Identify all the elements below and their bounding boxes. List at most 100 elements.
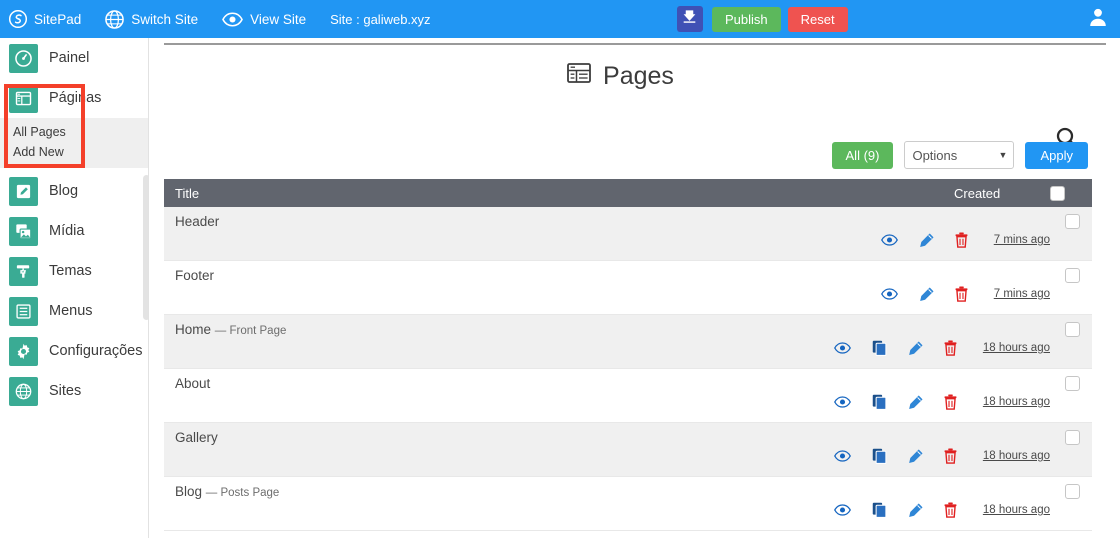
row-created-time[interactable]: 18 hours ago: [983, 450, 1050, 462]
duplicate-page-button[interactable]: [872, 394, 887, 410]
row-created-time[interactable]: 7 mins ago: [994, 234, 1050, 246]
dashboard-icon: [9, 43, 38, 73]
row-title: About: [175, 376, 210, 391]
edit-page-button[interactable]: [919, 286, 934, 302]
delete-page-button[interactable]: [944, 448, 957, 464]
main-content-area: Pages All (9) Options ▼ Apply Title Crea…: [150, 38, 1120, 538]
delete-page-button[interactable]: [944, 394, 957, 410]
sidebar-item-blog[interactable]: Blog: [0, 171, 148, 211]
switch-site-button[interactable]: Switch Site: [99, 0, 204, 38]
edit-page-button[interactable]: [908, 448, 923, 464]
sidebar-item-paginas[interactable]: Páginas: [0, 78, 148, 118]
chevron-down-icon: ▼: [998, 150, 1008, 160]
delete-page-button[interactable]: [944, 340, 957, 356]
row-action-group: 7 mins ago: [880, 286, 1050, 302]
view-page-button[interactable]: [833, 342, 851, 354]
sidebar-item-menus[interactable]: Menus: [0, 291, 148, 331]
brand-sitepad[interactable]: SitePad: [0, 0, 87, 38]
sidebar-subitem-add-new[interactable]: Add New: [0, 142, 148, 162]
view-page-button[interactable]: [833, 504, 851, 516]
list-icon: [9, 296, 38, 326]
page-title-text: Pages: [603, 62, 674, 90]
sidebar-item-painel[interactable]: Painel: [0, 38, 148, 78]
sidebar-item-configuracoes[interactable]: Configurações: [0, 331, 148, 371]
row-checkbox[interactable]: [1065, 484, 1080, 499]
row-action-group: 18 hours ago: [833, 448, 1050, 464]
row-checkbox-cell: [1065, 484, 1080, 499]
row-checkbox[interactable]: [1065, 322, 1080, 337]
row-created-time[interactable]: 18 hours ago: [983, 342, 1050, 354]
duplicate-page-button[interactable]: [872, 448, 887, 464]
delete-page-button[interactable]: [944, 502, 957, 518]
edit-page-button[interactable]: [908, 394, 923, 410]
filter-toolbar: All (9) Options ▼ Apply: [150, 141, 1088, 169]
view-page-button[interactable]: [880, 288, 898, 300]
sidebar-item-label: Configurações: [49, 343, 143, 359]
delete-page-button[interactable]: [955, 232, 968, 248]
sidebar-scrollbar[interactable]: [143, 175, 148, 320]
duplicate-page-button[interactable]: [872, 340, 887, 356]
row-created-time[interactable]: 18 hours ago: [983, 504, 1050, 516]
row-created-time[interactable]: 18 hours ago: [983, 396, 1050, 408]
edit-page-button[interactable]: [908, 502, 923, 518]
row-title-text: Gallery: [175, 430, 218, 445]
sidebar-item-label: Painel: [49, 50, 90, 66]
table-row-footer[interactable]: Footer 7 mins ago: [164, 261, 1092, 315]
view-site-button[interactable]: View Site: [216, 0, 312, 38]
row-title: Footer: [175, 268, 214, 283]
sidebar-subitem-all-pages[interactable]: All Pages: [0, 122, 148, 142]
row-checkbox[interactable]: [1065, 376, 1080, 391]
apply-button[interactable]: Apply: [1025, 141, 1088, 169]
row-title-text: Header: [175, 214, 220, 229]
view-page-button[interactable]: [833, 396, 851, 408]
bulk-options-select[interactable]: Options ▼: [904, 141, 1015, 169]
table-row-blog[interactable]: Blog — Posts Page 18 hours ago: [164, 477, 1092, 531]
sidebar-item-midia[interactable]: Mídia: [0, 211, 148, 251]
table-row-about[interactable]: About 18 hours ago: [164, 369, 1092, 423]
publish-button[interactable]: Publish: [711, 6, 781, 32]
user-account-button[interactable]: [1088, 7, 1108, 32]
sidebar-item-temas[interactable]: Temas: [0, 251, 148, 291]
column-header-title: Title: [175, 185, 200, 201]
top-navigation-bar: SitePad Switch Site View Site Site : gal…: [0, 0, 1120, 38]
sidebar-item-sites[interactable]: Sites: [0, 371, 148, 411]
row-checkbox-cell: [1065, 322, 1080, 337]
edit-page-button[interactable]: [919, 232, 934, 248]
row-checkbox[interactable]: [1065, 430, 1080, 445]
delete-page-button[interactable]: [955, 286, 968, 302]
sidebar-navigation: Painel Páginas All Pages Add New Blog Mí…: [0, 38, 149, 538]
eye-icon: [222, 12, 243, 27]
row-checkbox-cell: [1065, 430, 1080, 445]
sidebar-item-label: Mídia: [49, 223, 85, 239]
row-checkbox[interactable]: [1065, 214, 1080, 229]
row-checkbox[interactable]: [1065, 268, 1080, 283]
table-header-row: Title Created: [164, 179, 1092, 207]
filter-all-button[interactable]: All (9): [831, 141, 894, 169]
row-title: Gallery: [175, 430, 218, 445]
select-all-checkbox[interactable]: [1050, 185, 1065, 201]
row-action-group: 18 hours ago: [833, 394, 1050, 410]
view-page-button[interactable]: [880, 234, 898, 246]
edit-page-button[interactable]: [908, 340, 923, 356]
view-page-button[interactable]: [833, 450, 851, 462]
table-row-home[interactable]: Home — Front Page 18 hours ago: [164, 315, 1092, 369]
row-title-text: Blog: [175, 484, 203, 499]
duplicate-page-button[interactable]: [872, 502, 887, 518]
sitepad-logo-icon: [9, 10, 27, 28]
reset-button[interactable]: Reset: [787, 6, 848, 32]
table-row-gallery[interactable]: Gallery 18 hours ago: [164, 423, 1092, 477]
media-images-icon: [9, 216, 38, 246]
sidebar-submenu-paginas: All Pages Add New: [0, 118, 148, 168]
sidebar-item-label: Temas: [49, 263, 92, 279]
view-site-label: View Site: [250, 11, 307, 27]
site-name-label: Site : galiweb.xyz: [324, 0, 436, 38]
row-checkbox-cell: [1065, 376, 1080, 391]
page-title: Pages: [150, 60, 1090, 93]
save-download-button[interactable]: [676, 6, 703, 32]
sidebar-item-label: Sites: [49, 383, 82, 399]
select-all-cell: [1050, 185, 1092, 201]
table-row-header[interactable]: Header 7 mins ago: [164, 207, 1092, 261]
row-title: Home — Front Page: [175, 322, 286, 337]
row-created-time[interactable]: 7 mins ago: [994, 288, 1050, 300]
row-title-text: Footer: [175, 268, 215, 283]
